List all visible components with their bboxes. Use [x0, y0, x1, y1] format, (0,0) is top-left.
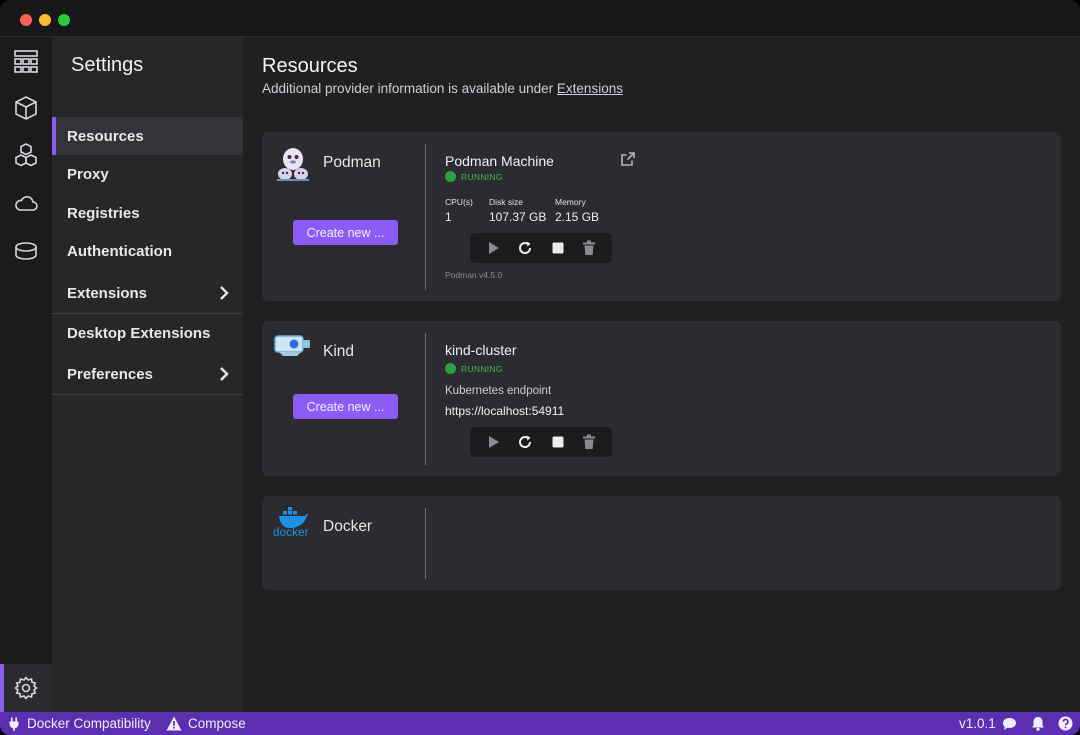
restart-icon[interactable]: [516, 433, 534, 451]
create-kind-cluster-button[interactable]: Create new ...: [293, 394, 398, 419]
provider-name: Kind: [323, 343, 355, 360]
kind-logo-icon: [274, 335, 310, 356]
chevron-right-icon: [220, 367, 229, 381]
endpoint-value: https://localhost:54911: [445, 404, 565, 418]
pods-icon: [15, 143, 37, 167]
delete-icon[interactable]: [580, 433, 598, 451]
memory-value: 2.15 GB: [555, 210, 600, 224]
chat-icon[interactable]: [1002, 717, 1017, 731]
settings-item-label: Authentication: [67, 242, 172, 260]
settings-icon: [14, 676, 38, 700]
provider-card-podman: Podman Create new ... Podman Machine RUN…: [262, 132, 1061, 301]
volumes-icon: [15, 242, 37, 260]
title-bar: [0, 0, 1080, 37]
docker-whale-icon: [279, 507, 309, 528]
settings-item-label: Desktop Extensions: [67, 324, 211, 342]
dashboard-icon: [14, 50, 38, 73]
page-subtitle: Additional provider information is avail…: [262, 81, 623, 96]
primary-nav: [0, 37, 52, 712]
settings-item-registries[interactable]: Registries: [52, 194, 243, 232]
settings-item-desktop-extensions[interactable]: Desktop Extensions: [52, 314, 243, 352]
disk-value: 107.37 GB: [489, 210, 547, 224]
docker-compatibility-label: Docker Compatibility: [27, 716, 151, 731]
chevron-right-icon: [220, 286, 229, 300]
nav-divider: [52, 394, 243, 395]
cpu-value: 1: [445, 210, 452, 224]
minimize-window-button[interactable]: [39, 14, 51, 26]
nav-volumes[interactable]: [0, 228, 52, 274]
create-podman-machine-button[interactable]: Create new ...: [293, 220, 398, 245]
cloud-icon: [15, 196, 38, 211]
settings-nav: Settings Resources Proxy Registries Auth…: [52, 37, 243, 712]
settings-item-label: Resources: [67, 127, 144, 145]
settings-item-preferences[interactable]: Preferences: [52, 355, 243, 393]
provider-name: Podman: [323, 154, 381, 171]
status-running-icon: [445, 363, 456, 374]
nav-settings[interactable]: [0, 664, 52, 712]
bell-icon[interactable]: [1031, 716, 1045, 731]
card-separator: [425, 508, 426, 579]
app-version: v1.0.1: [959, 716, 996, 731]
memory-label: Memory: [555, 197, 586, 207]
stop-icon[interactable]: [549, 433, 567, 451]
nav-containers[interactable]: [0, 85, 52, 131]
card-separator: [425, 144, 426, 290]
cluster-actions: [470, 427, 612, 457]
card-separator: [425, 333, 426, 465]
settings-item-authentication[interactable]: Authentication: [52, 232, 243, 270]
warning-icon: [166, 716, 182, 731]
provider-card-docker: docker Docker: [262, 496, 1061, 590]
stop-icon[interactable]: [549, 239, 567, 257]
provider-name: Docker: [323, 518, 373, 535]
delete-icon[interactable]: [580, 239, 598, 257]
cluster-name: kind-cluster: [445, 342, 517, 358]
settings-item-label: Extensions: [67, 284, 148, 302]
start-icon[interactable]: [484, 239, 502, 257]
status-bar: Docker Compatibility Compose v1.0.1: [0, 712, 1080, 735]
settings-item-label: Registries: [67, 204, 140, 222]
compose-item[interactable]: Compose: [166, 716, 246, 731]
nav-images[interactable]: [0, 180, 52, 226]
app-window: Settings Resources Proxy Registries Auth…: [0, 0, 1080, 735]
containers-icon: [15, 96, 37, 120]
settings-item-label: Preferences: [67, 365, 153, 383]
extensions-link[interactable]: Extensions: [557, 81, 623, 96]
subtitle-text: Additional provider information is avail…: [262, 81, 557, 96]
nav-pods[interactable]: [0, 132, 52, 178]
help-icon[interactable]: [1058, 716, 1073, 731]
start-icon[interactable]: [484, 433, 502, 451]
podman-logo-icon: [277, 148, 309, 181]
restart-icon[interactable]: [516, 239, 534, 257]
cluster-status: RUNNING: [445, 363, 503, 374]
settings-item-resources[interactable]: Resources: [52, 117, 243, 155]
nav-dashboard[interactable]: [0, 38, 52, 84]
docker-compatibility-item[interactable]: Docker Compatibility: [7, 716, 151, 731]
settings-item-extensions[interactable]: Extensions: [52, 274, 243, 312]
maximize-window-button[interactable]: [58, 14, 70, 26]
settings-item-proxy[interactable]: Proxy: [52, 155, 243, 193]
status-label: RUNNING: [461, 363, 503, 374]
docker-logo-icon: docker: [273, 507, 313, 543]
docker-logo-text: docker: [273, 527, 309, 539]
resources-page: Resources Additional provider informatio…: [243, 37, 1080, 712]
cpu-label: CPU(s): [445, 197, 473, 207]
settings-title: Settings: [71, 54, 144, 76]
status-running-icon: [445, 171, 456, 182]
machine-name: Podman Machine: [445, 153, 554, 169]
disk-label: Disk size: [489, 197, 524, 207]
machine-actions: [470, 233, 612, 263]
close-window-button[interactable]: [20, 14, 32, 26]
plug-icon: [9, 717, 19, 731]
page-title: Resources: [262, 55, 358, 77]
endpoint-label: Kubernetes endpoint: [445, 385, 552, 397]
compose-label: Compose: [188, 716, 246, 731]
machine-status: RUNNING: [445, 171, 503, 182]
podman-version: Podman v4.5.0: [445, 270, 503, 280]
provider-card-kind: Kind Create new ... kind-cluster RUNNING…: [262, 321, 1061, 476]
status-label: RUNNING: [461, 171, 503, 182]
version-item: v1.0.1: [959, 716, 996, 731]
settings-item-label: Proxy: [67, 165, 109, 183]
external-link-icon[interactable]: [620, 151, 636, 167]
